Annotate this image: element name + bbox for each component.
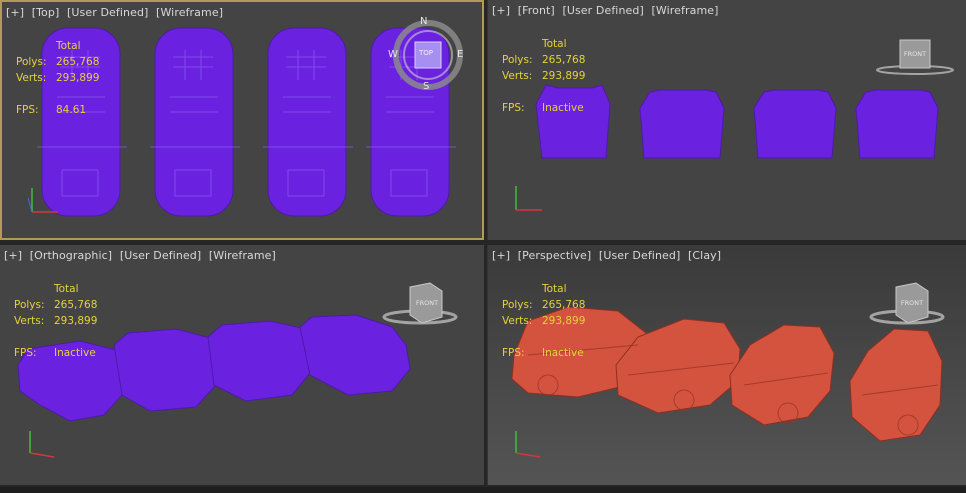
viewport-menu-view[interactable]: [Top] — [32, 6, 60, 19]
bottom-scrollbar[interactable] — [0, 487, 966, 493]
persp-car-3 — [729, 324, 835, 426]
stats-header: Total — [56, 40, 81, 52]
polys-value: 265,768 — [542, 54, 586, 66]
ortho-car-2 — [113, 328, 217, 412]
viewport-menu-user-defined[interactable]: [User Defined] — [599, 249, 680, 262]
compass-w: W — [388, 49, 398, 60]
viewport-menu-plus[interactable]: [+] — [6, 6, 24, 19]
viewport-menu-view[interactable]: [Perspective] — [518, 249, 592, 262]
verts-value: 293,899 — [542, 315, 586, 327]
fps-value: Inactive — [542, 347, 584, 359]
fps-label: FPS: — [14, 347, 37, 359]
ortho-car-3 — [207, 320, 311, 402]
compass-n: N — [420, 16, 428, 27]
stats-header: Total — [542, 283, 567, 295]
polys-label: Polys: — [16, 56, 47, 68]
viewport-menu-user-defined[interactable]: [User Defined] — [562, 4, 643, 17]
persp-car-4 — [849, 328, 943, 442]
front-car-3 — [753, 89, 837, 159]
axis-tripod — [29, 431, 55, 458]
viewport-label-persp[interactable]: [+] [Perspective] [User Defined] [Clay] — [492, 249, 725, 262]
verts-label: Verts: — [502, 315, 533, 327]
viewport-menu-shading[interactable]: [Wireframe] — [156, 6, 223, 19]
ortho-car-4 — [299, 314, 411, 396]
verts-value: 293,899 — [542, 70, 586, 82]
top-car-3 — [267, 27, 347, 217]
viewport-perspective[interactable]: [+] [Perspective] [User Defined] [Clay] … — [487, 245, 966, 485]
viewport-label-top[interactable]: [+] [Top] [User Defined] [Wireframe] — [6, 6, 227, 19]
viewport-label-ortho[interactable]: [+] [Orthographic] [User Defined] [Wiref… — [4, 249, 280, 262]
fps-value: Inactive — [542, 102, 584, 114]
fps-value: Inactive — [54, 347, 96, 359]
front-car-4 — [855, 89, 939, 159]
verts-value: 293,899 — [54, 315, 98, 327]
axis-tripod — [515, 186, 542, 211]
stats-overlay-front: Total Polys: 265,768 Verts: 293,899 FPS: In… — [502, 36, 585, 116]
viewport-front[interactable]: [+] [Front] [User Defined] [Wireframe] T… — [487, 0, 966, 240]
fps-label: FPS: — [502, 102, 525, 114]
verts-value: 293,899 — [56, 72, 100, 84]
verts-label: Verts: — [14, 315, 45, 327]
viewport-orthographic[interactable]: [+] [Orthographic] [User Defined] [Wiref… — [0, 245, 484, 485]
axis-tripod — [515, 431, 541, 458]
viewport-menu-view[interactable]: [Front] — [518, 4, 555, 17]
polys-value: 265,768 — [54, 299, 98, 311]
viewport-label-front[interactable]: [+] [Front] [User Defined] [Wireframe] — [492, 4, 723, 17]
viewport-menu-shading[interactable]: [Wireframe] — [209, 249, 276, 262]
stats-overlay-ortho: Total Polys: 265,768 Verts: 293,899 FPS: In… — [14, 281, 97, 361]
compass-e: E — [457, 49, 464, 60]
stats-header: Total — [542, 38, 567, 50]
stats-overlay-persp: Total Polys: 265,768 Verts: 293,899 FPS: In… — [502, 281, 585, 361]
viewport-menu-plus[interactable]: [+] — [492, 4, 510, 17]
viewport-menu-plus[interactable]: [+] — [492, 249, 510, 262]
compass-s: S — [423, 81, 430, 92]
front-car-2 — [639, 89, 725, 159]
polys-label: Polys: — [502, 299, 533, 311]
viewport-menu-view[interactable]: [Orthographic] — [30, 249, 112, 262]
polys-value: 265,768 — [56, 56, 100, 68]
fps-value: 84.61 — [56, 104, 87, 116]
viewcube-label: FRONT — [903, 50, 927, 58]
stats-overlay-top: Total Polys: 265,768 Verts: 293,899 FPS: 84… — [16, 38, 99, 118]
verts-label: Verts: — [16, 72, 47, 84]
viewport-menu-shading[interactable]: [Wireframe] — [652, 4, 719, 17]
viewport-menu-plus[interactable]: [+] — [4, 249, 22, 262]
viewcube-label: TOP — [418, 49, 433, 57]
fps-label: FPS: — [502, 347, 525, 359]
fps-label: FPS: — [16, 104, 39, 116]
verts-label: Verts: — [502, 70, 533, 82]
polys-value: 265,768 — [542, 299, 586, 311]
viewport-top[interactable]: [+] [Top] [User Defined] [Wireframe] Tot… — [0, 0, 484, 240]
viewport-menu-user-defined[interactable]: [User Defined] — [67, 6, 148, 19]
viewport-menu-shading[interactable]: [Clay] — [688, 249, 721, 262]
viewcube-label: FRONT — [900, 299, 924, 307]
polys-label: Polys: — [502, 54, 533, 66]
top-car-2 — [154, 27, 234, 217]
viewport-menu-user-defined[interactable]: [User Defined] — [120, 249, 201, 262]
polys-label: Polys: — [14, 299, 45, 311]
viewcube-label: FRONT — [415, 299, 439, 307]
stats-header: Total — [54, 283, 79, 295]
